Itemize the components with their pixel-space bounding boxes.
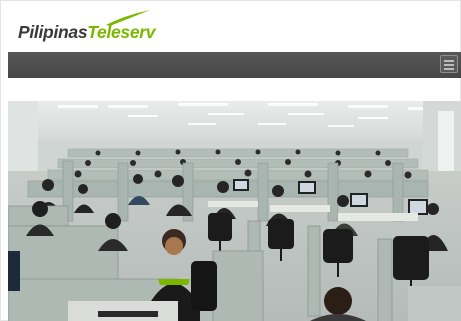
- brand-name: PilipinasTeleserv: [18, 22, 156, 43]
- page: PilipinasTeleserv: [0, 0, 461, 321]
- brand-logo[interactable]: PilipinasTeleserv: [18, 9, 156, 45]
- call-center-photo: [8, 101, 461, 321]
- site-header: PilipinasTeleserv: [1, 1, 461, 49]
- hamburger-menu-icon[interactable]: [440, 55, 458, 73]
- call-center-illustration: [8, 101, 461, 321]
- navigation-bar: [8, 52, 461, 78]
- brand-name-part-2: Teleserv: [87, 22, 156, 42]
- brand-name-part-1: Pilipinas: [18, 22, 88, 42]
